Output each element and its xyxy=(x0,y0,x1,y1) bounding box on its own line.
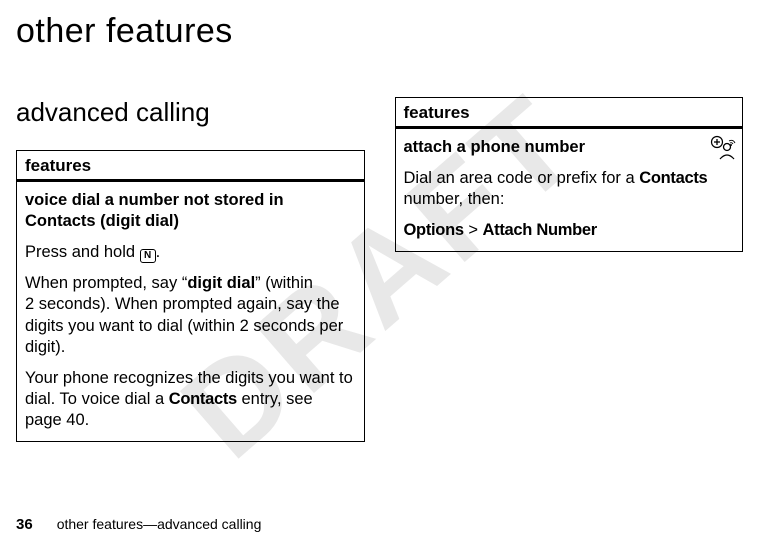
key-glyph: N xyxy=(140,249,156,263)
feature-title: voice dial a number not stored in Contac… xyxy=(25,190,356,232)
text: . xyxy=(156,243,161,261)
feature-box-header: features xyxy=(396,98,743,129)
feature-box-header: features xyxy=(17,151,364,182)
footer-text: other features—advanced calling xyxy=(57,516,262,532)
text: attach a phone number xyxy=(404,138,586,156)
text-condensed: Contacts xyxy=(639,169,707,187)
feature-step: Press and hold N. xyxy=(25,242,356,263)
feature-box-body: attach a phone number Dial an area code … xyxy=(396,129,743,251)
feature-box-attach-number: features attach a phone number Dial an a xyxy=(395,97,744,252)
feature-nav: Options > Attach Number xyxy=(404,220,735,241)
feature-step: Dial an area code or prefix for a Contac… xyxy=(404,168,735,210)
nav-separator: > xyxy=(464,221,483,239)
text: Press and hold xyxy=(25,243,140,261)
text: Dial an area code or prefix for a xyxy=(404,169,640,187)
left-column: advanced calling features voice dial a n… xyxy=(16,97,365,442)
text-condensed: Contacts xyxy=(169,390,237,408)
text: voice dial a number not stored in xyxy=(25,191,284,209)
page-title: other features xyxy=(0,0,759,51)
text: When prompted, say “ xyxy=(25,274,187,292)
text: number, then: xyxy=(404,190,505,208)
feature-step: Your phone recognizes the digits you wan… xyxy=(25,368,356,431)
text-bold: digit dial xyxy=(187,274,255,292)
content-columns: advanced calling features voice dial a n… xyxy=(0,51,759,442)
feature-box-body: voice dial a number not stored in Contac… xyxy=(17,182,364,441)
text-condensed: Options xyxy=(404,221,464,239)
feature-box-voice-dial: features voice dial a number not stored … xyxy=(16,150,365,442)
add-contact-icon xyxy=(710,135,736,161)
feature-step: When prompted, say “digit dial” (within … xyxy=(25,273,356,357)
feature-title: attach a phone number xyxy=(404,137,735,158)
text-condensed: Attach Number xyxy=(483,221,597,239)
page-number: 36 xyxy=(16,516,33,533)
text: Contacts (digit dial) xyxy=(25,212,179,230)
section-heading: advanced calling xyxy=(16,97,365,128)
page-footer: 36 other features—advanced calling xyxy=(16,516,261,533)
right-column: features attach a phone number Dial an a xyxy=(395,97,744,442)
